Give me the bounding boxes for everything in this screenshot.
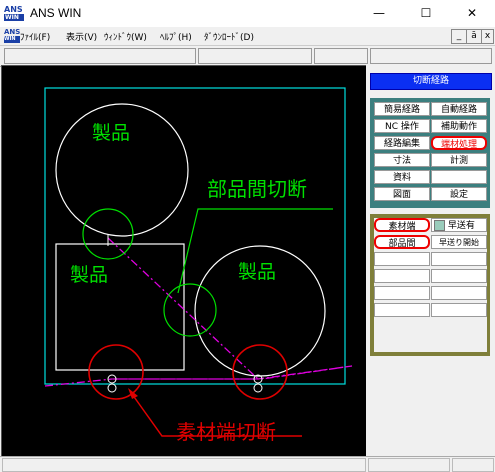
menu-view[interactable]: 表示(V) xyxy=(66,30,97,43)
rapid-enable-label: 早送有 xyxy=(447,221,475,231)
close-button[interactable]: ✕ xyxy=(449,0,495,27)
empty-cell xyxy=(374,252,430,266)
cut-path xyxy=(107,237,353,380)
menu-logo-top: ANS xyxy=(4,28,21,36)
checkbox-icon xyxy=(434,220,445,231)
panel-header: 切断経路 xyxy=(370,73,492,90)
empty-cell xyxy=(374,269,430,283)
app-logo-icon: ANS WIN xyxy=(4,6,24,22)
label-part-right: 製品 xyxy=(238,261,276,283)
drawing-button[interactable]: 図面 xyxy=(374,187,430,201)
menu-logo-bottom: WIN xyxy=(4,36,21,43)
status-pane-3 xyxy=(452,458,494,472)
label-part-top: 製品 xyxy=(92,122,130,144)
toolbar-group-4[interactable] xyxy=(370,48,492,64)
cut-path-start xyxy=(44,378,113,387)
logo-top: ANS xyxy=(4,5,23,14)
auto-path-button[interactable]: 自動経路 xyxy=(431,102,487,116)
settings-button[interactable]: 設定 xyxy=(431,187,487,201)
material-button[interactable]: 資料 xyxy=(374,170,430,184)
simple-path-button[interactable]: 簡易経路 xyxy=(374,102,430,116)
mdi-minimize-button[interactable]: _ xyxy=(451,29,467,44)
menu-window[interactable]: ｳｨﾝﾄﾞｳ(W) xyxy=(104,30,147,43)
cad-drawing[interactable]: 製品 製品 製品 部品間切断 素材端切断 xyxy=(2,66,367,457)
empty-cell xyxy=(431,303,487,317)
aux-motion-button[interactable]: 補助動作 xyxy=(431,119,487,133)
label-between-cut: 部品間切断 xyxy=(207,177,307,201)
menu-file[interactable]: ﾌｧｲﾙ(F) xyxy=(20,30,50,43)
empty-cell xyxy=(431,286,487,300)
mdi-close-button[interactable]: x xyxy=(481,29,494,44)
measure-button[interactable]: 計測 xyxy=(431,153,487,167)
mdi-restore-button[interactable]: ā xyxy=(466,29,482,44)
part-left-rect xyxy=(55,243,185,371)
rapid-enable-toggle[interactable]: 早送有 xyxy=(431,218,487,232)
toolbar-group-1[interactable] xyxy=(4,48,196,64)
menu-help[interactable]: ﾍﾙﾌﾟ(H) xyxy=(160,30,192,43)
empty-cell xyxy=(431,170,487,184)
pierce-marker-left-2 xyxy=(107,383,117,393)
drawing-canvas[interactable]: 製品 製品 製品 部品間切断 素材端切断 xyxy=(1,65,368,458)
operation-button-grid: 簡易経路 自動経路 NC 操作 補助動作 経路編集 端材処理 寸法 計測 資料 … xyxy=(374,102,487,204)
cut-option-grid: 素材端 早送有 部品間 早送り開始 xyxy=(374,218,487,352)
toolbar-group-3[interactable] xyxy=(314,48,368,64)
empty-cell xyxy=(431,252,487,266)
window-title: ANS WIN xyxy=(30,6,82,20)
label-edge-cut: 素材端切断 xyxy=(176,420,276,444)
nc-operation-button[interactable]: NC 操作 xyxy=(374,119,430,133)
rapid-start-button[interactable]: 早送り開始 xyxy=(431,235,487,249)
dimension-button[interactable]: 寸法 xyxy=(374,153,430,167)
empty-cell xyxy=(374,303,430,317)
logo-bottom: WIN xyxy=(4,14,24,21)
maximize-button[interactable]: ☐ xyxy=(403,0,449,27)
status-pane-main xyxy=(2,458,366,472)
empty-cell xyxy=(431,269,487,283)
pierce-marker-right-2 xyxy=(253,383,263,393)
status-pane-2 xyxy=(368,458,450,472)
sheet-outline xyxy=(44,87,346,385)
minimize-button[interactable]: — xyxy=(356,0,402,27)
between-cut-circle-mid xyxy=(163,283,217,337)
menu-app-icon[interactable]: ANS WIN xyxy=(4,28,21,43)
path-edit-button[interactable]: 経路編集 xyxy=(374,136,430,150)
edge-cut-circle-left xyxy=(88,344,144,400)
label-part-left: 製品 xyxy=(70,264,108,286)
material-edge-button[interactable]: 素材端 xyxy=(374,218,430,232)
between-parts-button[interactable]: 部品間 xyxy=(374,235,430,249)
scrap-processing-button[interactable]: 端材処理 xyxy=(431,136,487,150)
toolbar-group-2[interactable] xyxy=(198,48,312,64)
empty-cell xyxy=(374,286,430,300)
menu-download[interactable]: ﾀﾞｳﾝﾛｰﾄﾞ(D) xyxy=(204,30,254,43)
